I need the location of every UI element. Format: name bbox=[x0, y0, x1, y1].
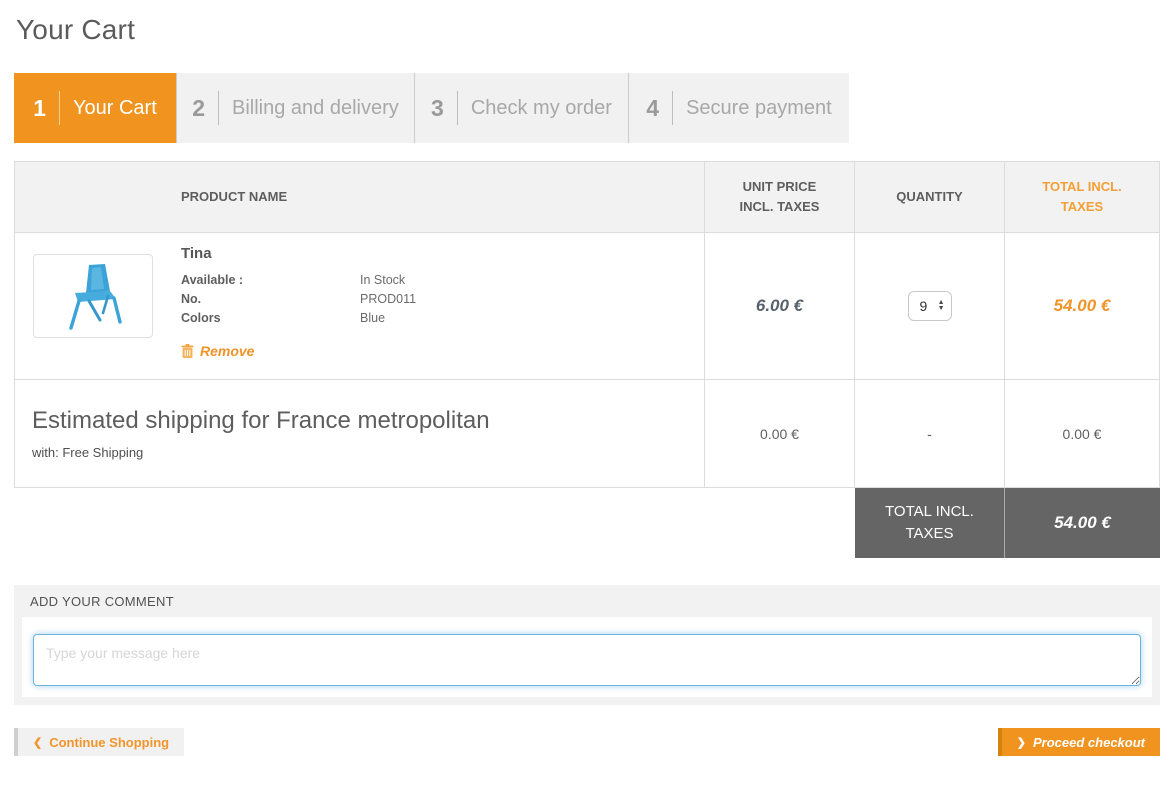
attribute-label: No. bbox=[181, 290, 360, 309]
step-number: 2 bbox=[192, 95, 205, 122]
product-attribute: Colors Blue bbox=[181, 309, 416, 328]
stepper-arrows: ▲ ▼ bbox=[938, 300, 945, 312]
step-label: Secure payment bbox=[686, 97, 832, 120]
shipping-unit-price-cell: 0.00 € bbox=[704, 380, 854, 487]
stepper-down-icon[interactable]: ▼ bbox=[938, 306, 945, 312]
comment-section: ADD YOUR COMMENT bbox=[14, 585, 1160, 705]
chevron-left-icon: ❮ bbox=[33, 736, 42, 749]
step-label: Your Cart bbox=[73, 97, 157, 120]
attribute-value: In Stock bbox=[360, 271, 416, 290]
quantity-value: 9 bbox=[920, 298, 938, 314]
step-number: 1 bbox=[33, 95, 46, 122]
step-billing-and-delivery[interactable]: 2 Billing and delivery bbox=[176, 73, 414, 143]
quantity-stepper[interactable]: 9 ▲ ▼ bbox=[908, 291, 952, 321]
shipping-total: 0.00 € bbox=[1063, 426, 1102, 442]
step-number: 4 bbox=[646, 95, 659, 122]
comment-body bbox=[22, 617, 1152, 697]
product-cell: Tina Available : In Stock No. PROD011 Co… bbox=[15, 233, 704, 379]
step-number: 3 bbox=[431, 95, 444, 122]
header-total: TOTAL INCL. TAXES bbox=[1004, 162, 1159, 232]
quantity-cell: 9 ▲ ▼ bbox=[854, 233, 1004, 379]
grand-total-bar: TOTAL INCL. TAXES 54.00 € bbox=[855, 488, 1160, 558]
unit-price-value: 6.00 € bbox=[756, 296, 803, 316]
blue-chair-image bbox=[45, 260, 141, 332]
attribute-value: Blue bbox=[360, 309, 416, 328]
proceed-checkout-label: Proceed checkout bbox=[1033, 735, 1145, 750]
product-attribute: No. PROD011 bbox=[181, 290, 416, 309]
grand-total-label: TOTAL INCL. TAXES bbox=[855, 488, 1005, 558]
continue-shopping-button[interactable]: ❮ Continue Shopping bbox=[14, 728, 184, 756]
product-row: Tina Available : In Stock No. PROD011 Co… bbox=[15, 233, 1159, 380]
attribute-label: Colors bbox=[181, 309, 360, 328]
cart-table: PRODUCT NAME UNIT PRICE INCL. TAXES QUAN… bbox=[14, 161, 1160, 488]
cart-table-header: PRODUCT NAME UNIT PRICE INCL. TAXES QUAN… bbox=[15, 162, 1159, 233]
step-label: Billing and delivery bbox=[232, 97, 399, 120]
step-label: Check my order bbox=[471, 97, 612, 120]
shipping-carrier: with: Free Shipping bbox=[32, 445, 704, 460]
header-unit-price: UNIT PRICE INCL. TAXES bbox=[704, 162, 854, 232]
step-divider bbox=[672, 91, 673, 125]
shipping-total-cell: 0.00 € bbox=[1004, 380, 1159, 487]
attribute-label: Available : bbox=[181, 271, 360, 290]
header-quantity: QUANTITY bbox=[854, 162, 1004, 232]
remove-link[interactable]: Remove bbox=[181, 343, 254, 359]
header-product-name: PRODUCT NAME bbox=[15, 162, 704, 232]
trash-icon bbox=[181, 344, 194, 359]
attribute-value: PROD011 bbox=[360, 290, 416, 309]
shipping-unit-price: 0.00 € bbox=[760, 426, 799, 442]
cart-actions: ❮ Continue Shopping ❯ Proceed checkout bbox=[14, 728, 1160, 756]
unit-price-cell: 6.00 € bbox=[704, 233, 854, 379]
product-name: Tina bbox=[181, 245, 416, 262]
step-secure-payment[interactable]: 4 Secure payment bbox=[628, 73, 849, 143]
continue-shopping-label: Continue Shopping bbox=[49, 735, 169, 750]
product-info: Tina Available : In Stock No. PROD011 Co… bbox=[181, 245, 416, 359]
shipping-title: Estimated shipping for France metropolit… bbox=[32, 407, 704, 435]
total-price-value: 54.00 € bbox=[1054, 296, 1111, 316]
chevron-right-icon: ❯ bbox=[1017, 736, 1026, 749]
proceed-checkout-button[interactable]: ❯ Proceed checkout bbox=[998, 728, 1160, 756]
checkout-steps: 1 Your Cart 2 Billing and delivery 3 Che… bbox=[14, 73, 849, 143]
step-divider bbox=[218, 91, 219, 125]
step-check-my-order[interactable]: 3 Check my order bbox=[414, 73, 628, 143]
remove-label: Remove bbox=[200, 343, 254, 359]
shipping-quantity: - bbox=[927, 426, 932, 442]
grand-total-value: 54.00 € bbox=[1005, 488, 1160, 558]
comment-textarea[interactable] bbox=[33, 634, 1141, 686]
shipping-cell: Estimated shipping for France metropolit… bbox=[15, 380, 704, 487]
comment-heading: ADD YOUR COMMENT bbox=[14, 585, 1160, 617]
shipping-quantity-cell: - bbox=[854, 380, 1004, 487]
step-divider bbox=[457, 91, 458, 125]
page-title: Your Cart bbox=[16, 14, 1160, 46]
total-price-cell: 54.00 € bbox=[1004, 233, 1159, 379]
step-your-cart[interactable]: 1 Your Cart bbox=[14, 73, 176, 143]
shipping-row: Estimated shipping for France metropolit… bbox=[15, 380, 1159, 487]
product-image[interactable] bbox=[33, 254, 153, 338]
step-divider bbox=[59, 91, 60, 125]
product-attribute: Available : In Stock bbox=[181, 271, 416, 290]
